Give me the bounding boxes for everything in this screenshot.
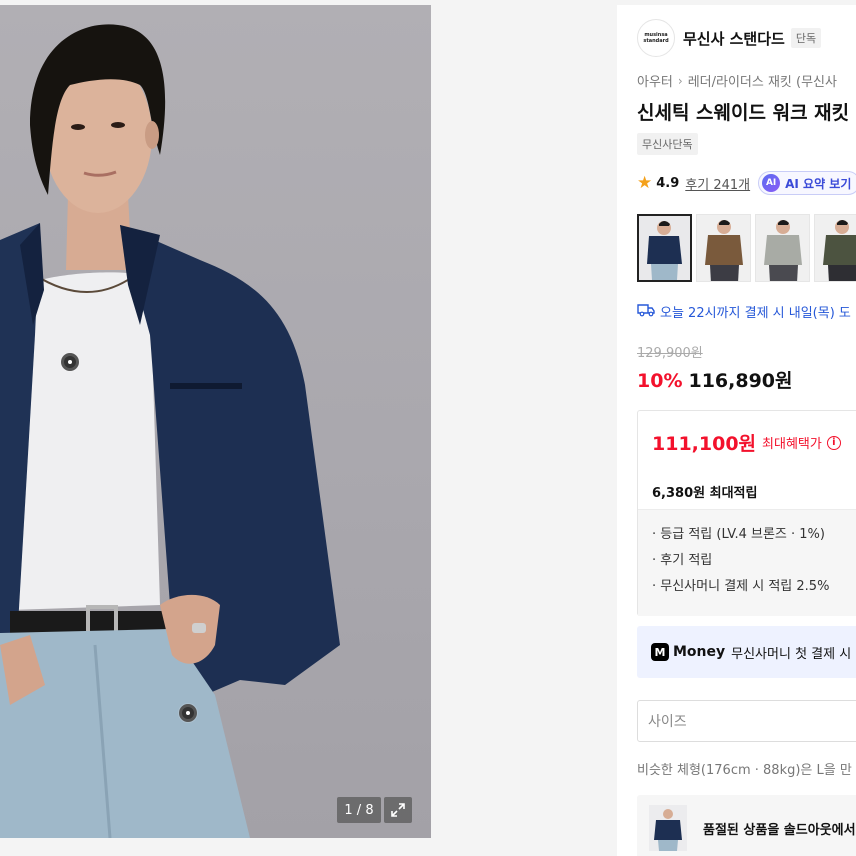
money-icon: M [651,643,669,661]
ai-summary-button[interactable]: AI AI 요약 보기 [758,171,856,195]
max-benefit-row: 111,100원 최대혜택가 i [652,429,841,456]
color-thumb-gray[interactable] [755,214,810,282]
delivery-info[interactable]: 오늘 22시까지 결제 시 내일(목) 도 [637,302,851,321]
star-icon: ★ [637,173,653,193]
soldout-text: 품절된 상품을 솔드아웃에서 [703,822,856,838]
money-promo-text: 무신사머니 첫 결제 시 [731,646,852,662]
sale-price: 116,890원 [688,370,793,392]
product-info-panel: musinsa standard 무신사 스탠다드 단독 아우터 › 레더/라이… [617,5,856,856]
color-thumb-olive[interactable] [814,214,856,282]
rating-score: 4.9 [656,175,680,191]
product-tag-hotspot[interactable] [61,353,79,371]
max-benefit-box: 111,100원 최대혜택가 i 6,380원 최대적립 · 등급 적립 (LV… [637,410,856,616]
points-detail-item: · 후기 적립 [652,553,713,568]
model-photo [0,24,340,838]
discount-rate: 10% [637,370,683,392]
points-detail-item: · 무신사머니 결제 시 적립 2.5% [652,579,830,594]
brand-logo[interactable]: musinsa standard [637,19,675,57]
color-thumb-navy[interactable] [637,214,692,282]
ai-summary-label: AI 요약 보기 [785,176,852,191]
original-price: 129,900원 [637,346,703,361]
product-main-image[interactable]: 1 / 8 [0,5,431,838]
points-detail-list: · 등급 적립 (LV.4 브론즈 · 1%) · 후기 적립 · 무신사머니 … [638,509,856,616]
expand-icon[interactable] [384,797,412,823]
brand-name[interactable]: 무신사 스탠다드 [683,28,785,49]
product-tag-hotspot[interactable] [179,704,197,722]
size-fit-note: 비슷한 체형(176cm · 88kg)은 L을 만 [637,763,852,778]
exclusive-badge: 무신사단독 [637,133,698,155]
info-icon[interactable]: i [826,435,841,450]
money-promo-banner[interactable]: M Money 무신사머니 첫 결제 시 [637,626,856,678]
product-title: 신세틱 스웨이드 워크 재킷 [637,102,850,124]
image-pager: 1 / 8 [337,797,381,823]
size-select[interactable]: 사이즈 [637,700,856,742]
breadcrumb-category[interactable]: 아우터 [637,71,673,90]
money-logo: M Money [651,643,725,661]
truck-icon [637,303,655,321]
soldout-thumbnail [649,805,687,851]
rating-row: ★ 4.9 후기 241개 AI AI 요약 보기 [637,171,856,195]
breadcrumb-subcategory[interactable]: 레더/라이더스 재킷 (무신사 [688,71,837,90]
exclusive-tag: 단독 [790,28,822,48]
reviews-link[interactable]: 후기 241개 [685,174,750,193]
ai-icon: AI [762,174,781,192]
price-row: 10% 116,890원 [637,366,793,393]
points-detail-item: · 등급 적립 (LV.4 브론즈 · 1%) [652,527,825,542]
color-thumb-brown[interactable] [696,214,751,282]
brand-row[interactable]: musinsa standard 무신사 스탠다드 단독 [637,19,822,57]
max-benefit-label: 최대혜택가 [762,437,822,452]
soldout-banner[interactable]: 품절된 상품을 솔드아웃에서 [637,795,856,856]
max-benefit-price: 111,100원 [652,433,757,455]
delivery-text: 오늘 22시까지 결제 시 내일(목) 도 [660,306,851,321]
chevron-right-icon: › [677,73,683,88]
max-points: 6,380원 최대적립 [652,486,758,501]
breadcrumb: 아우터 › 레더/라이더스 재킷 (무신사 [637,71,837,91]
color-thumbnails [637,214,856,282]
